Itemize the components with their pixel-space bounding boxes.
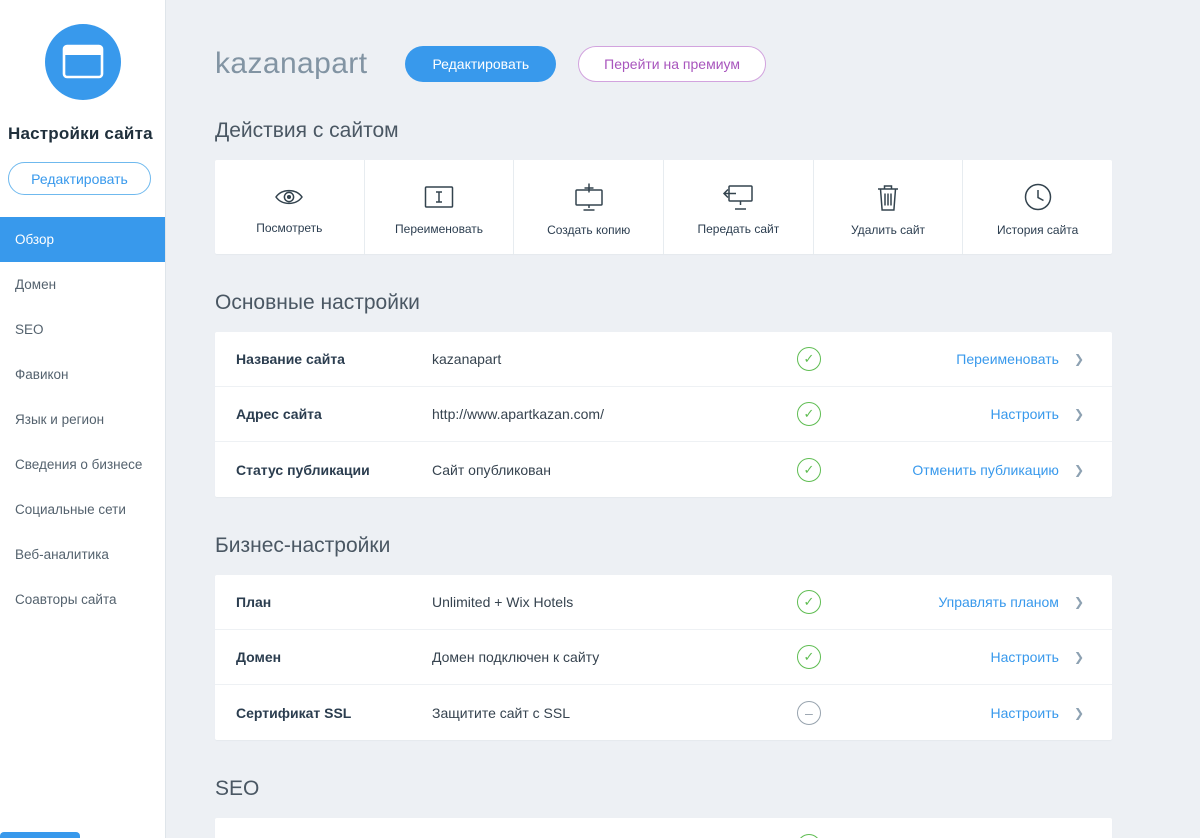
site-name-title: kazanapart (215, 47, 367, 81)
site-actions-card: Посмотреть Переименовать Создать копию (215, 160, 1112, 254)
sidebar: Настройки сайта Редактировать Обзор Доме… (0, 0, 166, 838)
row-domain: Домен Домен подключен к сайту Настроить (215, 630, 1112, 685)
status-ok-icon (797, 458, 821, 482)
row-action-link[interactable]: Настроить (821, 406, 1059, 422)
row-label: План (236, 594, 432, 610)
sidebar-item-overview[interactable]: Обзор (0, 217, 165, 262)
sidebar-title: Настройки сайта (8, 124, 165, 144)
sidebar-item-favicon[interactable]: Фавикон (0, 352, 165, 397)
edit-site-button[interactable]: Редактировать (405, 46, 556, 82)
main-settings-card: Название сайта kazanapart Переименовать … (215, 332, 1112, 497)
upgrade-premium-button[interactable]: Перейти на премиум (578, 46, 766, 82)
sidebar-edit-button[interactable]: Редактировать (8, 162, 151, 195)
row-action-link[interactable]: Управлять планом (821, 594, 1059, 610)
action-delete-site[interactable]: Удалить сайт (814, 160, 964, 254)
action-label: Передать сайт (697, 222, 779, 236)
row-value: Unlimited + Wix Hotels (432, 594, 797, 610)
row-label: Статус публикации (236, 462, 432, 478)
chevron-right-icon[interactable] (1074, 407, 1084, 421)
sidebar-item-site-collaborators[interactable]: Соавторы сайта (0, 577, 165, 622)
row-site-name: Название сайта kazanapart Переименовать (215, 332, 1112, 387)
duplicate-site-icon (572, 182, 606, 212)
sidebar-item-language-region[interactable]: Язык и регион (0, 397, 165, 442)
row-action-link[interactable]: Отменить публикацию (821, 462, 1059, 478)
row-ssl-certificate: Сертификат SSL Защитите сайт с SSL Настр… (215, 685, 1112, 740)
transfer-site-icon (721, 182, 755, 211)
row-value: Сайт опубликован (432, 462, 797, 478)
row-value: Защитите сайт с SSL (432, 705, 797, 721)
row-site-address: Адрес сайта http://www.apartkazan.com/ Н… (215, 387, 1112, 442)
status-ok-icon (797, 402, 821, 426)
sidebar-item-social-networks[interactable]: Социальные сети (0, 487, 165, 532)
row-label: Сертификат SSL (236, 705, 432, 721)
action-label: Переименовать (395, 222, 483, 236)
action-rename-site[interactable]: Переименовать (365, 160, 515, 254)
eye-icon (273, 184, 305, 210)
seo-card: Поисковые системы Помогите поисковикам н… (215, 818, 1112, 838)
row-value: http://www.apartkazan.com/ (432, 406, 797, 422)
browser-window-icon (62, 44, 104, 80)
row-value: kazanapart (432, 351, 797, 367)
row-label: Домен (236, 649, 432, 665)
chevron-right-icon[interactable] (1074, 352, 1084, 366)
row-action-link[interactable]: Переименовать (821, 351, 1059, 367)
row-value: Домен подключен к сайту (432, 649, 797, 665)
action-label: История сайта (997, 223, 1078, 237)
business-settings-card: План Unlimited + Wix Hotels Управлять пл… (215, 575, 1112, 740)
section-heading-business-settings: Бизнес-настройки (215, 534, 1112, 558)
chevron-right-icon[interactable] (1074, 463, 1084, 477)
status-ok-icon (797, 645, 821, 669)
main-content: kazanapart Редактировать Перейти на прем… (166, 0, 1200, 838)
action-duplicate-site[interactable]: Создать копию (514, 160, 664, 254)
section-heading-seo: SEO (215, 777, 1112, 801)
action-label: Удалить сайт (851, 223, 925, 237)
section-heading-main-settings: Основные настройки (215, 291, 1112, 315)
status-ok-icon (797, 834, 821, 838)
action-label: Посмотреть (256, 221, 322, 235)
row-action-link[interactable]: Настроить (821, 649, 1059, 665)
sidebar-nav: Обзор Домен SEO Фавикон Язык и регион Св… (0, 217, 165, 622)
row-plan: План Unlimited + Wix Hotels Управлять пл… (215, 575, 1112, 630)
status-neutral-icon (797, 701, 821, 725)
section-heading-site-actions: Действия с сайтом (215, 119, 1112, 143)
action-view-site[interactable]: Посмотреть (215, 160, 365, 254)
page-header: kazanapart Редактировать Перейти на прем… (215, 46, 1112, 82)
action-label: Создать копию (547, 223, 630, 237)
row-search-engines: Поисковые системы Помогите поисковикам н… (215, 818, 1112, 838)
chevron-right-icon[interactable] (1074, 595, 1084, 609)
status-ok-icon (797, 347, 821, 371)
row-label: Название сайта (236, 351, 432, 367)
rename-icon (423, 183, 455, 211)
row-label: Адрес сайта (236, 406, 432, 422)
sidebar-item-web-analytics[interactable]: Веб-аналитика (0, 532, 165, 577)
chevron-right-icon[interactable] (1074, 650, 1084, 664)
status-ok-icon (797, 590, 821, 614)
sidebar-item-domain[interactable]: Домен (0, 262, 165, 307)
action-transfer-site[interactable]: Передать сайт (664, 160, 814, 254)
trash-icon (874, 182, 902, 212)
row-publish-status: Статус публикации Сайт опубликован Отмен… (215, 442, 1112, 497)
history-clock-icon (1023, 182, 1053, 212)
bottom-partial-element (0, 832, 80, 838)
sidebar-item-seo[interactable]: SEO (0, 307, 165, 352)
sidebar-item-business-info[interactable]: Сведения о бизнесе (0, 442, 165, 487)
action-site-history[interactable]: История сайта (963, 160, 1112, 254)
row-action-link[interactable]: Настроить (821, 705, 1059, 721)
site-settings-logo (45, 24, 121, 100)
chevron-right-icon[interactable] (1074, 706, 1084, 720)
